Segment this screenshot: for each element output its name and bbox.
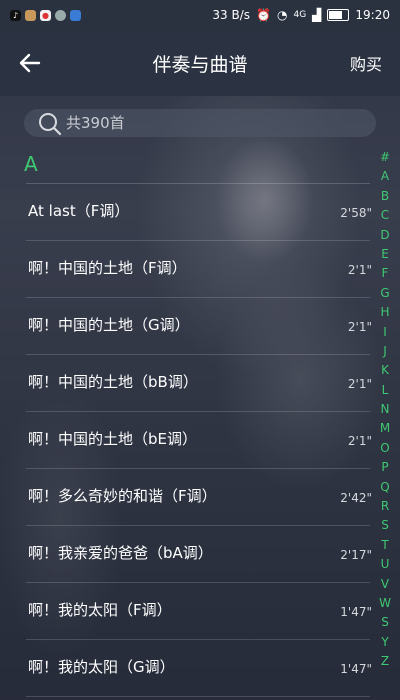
song-duration: 1'47" <box>340 662 372 676</box>
index-letter[interactable]: O <box>375 439 395 458</box>
search-bar[interactable] <box>24 109 376 137</box>
song-title: 啊！我的太阳（F调） <box>28 601 172 619</box>
list-item[interactable]: At last（F调） 2'58" <box>26 184 372 241</box>
index-letter[interactable]: D <box>375 226 395 245</box>
song-title: 啊！中国的土地（bB调） <box>28 373 198 391</box>
search-icon <box>39 113 62 136</box>
app-icon-blue <box>70 9 81 21</box>
index-letter[interactable]: P <box>375 458 395 477</box>
index-letter[interactable]: R <box>375 497 395 516</box>
arrow-left-icon <box>19 53 41 73</box>
notification-icons: ♪ ● <box>0 9 81 21</box>
song-title: 啊！中国的土地（F调） <box>28 259 187 277</box>
song-duration: 1'47" <box>340 605 372 619</box>
search-input[interactable] <box>64 113 358 133</box>
index-letter[interactable]: I <box>375 323 395 342</box>
song-title: 啊！多么奇妙的和谐（F调） <box>28 487 217 505</box>
app-icon-orange <box>25 9 36 21</box>
section-header: A <box>24 152 38 176</box>
list-item[interactable]: 啊！多么奇妙的和谐（F调） 2'42" <box>26 469 372 526</box>
song-duration: 2'1" <box>347 263 372 277</box>
tiktok-icon: ♪ <box>10 9 21 21</box>
index-letter[interactable]: Y <box>375 633 395 652</box>
list-item[interactable]: 啊！我的太阳（G调） 1'47" <box>26 640 372 697</box>
network-speed: 33 B/s <box>212 8 251 22</box>
list-item[interactable]: 啊！中国的土地（F调） 2'1" <box>26 241 372 298</box>
signal-icon: ▟ <box>312 8 322 22</box>
index-letter[interactable]: L <box>375 381 395 400</box>
index-letter[interactable]: Q <box>375 478 395 497</box>
clock: 19:20 <box>355 8 390 22</box>
app-icon-circle <box>55 9 66 21</box>
index-letter[interactable]: S <box>375 516 395 535</box>
list-item[interactable]: 啊！中国的土地（bE调） 2'1" <box>26 412 372 469</box>
back-button[interactable] <box>0 30 60 96</box>
song-duration: 2'17" <box>340 548 372 562</box>
index-letter[interactable]: U <box>375 555 395 574</box>
battery-icon <box>327 9 350 21</box>
song-title: 啊！中国的土地（G调） <box>28 316 190 334</box>
index-letter[interactable]: G <box>375 284 395 303</box>
status-bar: ♪ ● 33 B/s ⏰ ◔ 4G ▟ 19:20 <box>0 0 400 30</box>
index-letter[interactable]: B <box>375 187 395 206</box>
map-pin-icon: ● <box>40 9 51 21</box>
song-duration: 2'1" <box>347 434 372 448</box>
list-item[interactable]: 啊！中国的土地（bB调） 2'1" <box>26 355 372 412</box>
wifi-icon: ◔ <box>276 8 288 22</box>
index-letter[interactable]: N <box>375 400 395 419</box>
index-letter[interactable]: V <box>375 575 395 594</box>
list-item[interactable]: 啊！我亲爱的爸爸（bA调） 2'17" <box>26 526 372 583</box>
index-letter[interactable]: E <box>375 245 395 264</box>
song-title: 啊！我亲爱的爸爸（bA调） <box>28 544 213 562</box>
index-letter[interactable]: S <box>375 613 395 632</box>
index-letter[interactable]: H <box>375 303 395 322</box>
song-duration: 2'1" <box>347 377 372 391</box>
index-letter[interactable]: T <box>375 536 395 555</box>
song-title: 啊！我的太阳（G调） <box>28 658 175 676</box>
song-duration: 2'1" <box>347 320 372 334</box>
index-letter[interactable]: W <box>375 594 395 613</box>
index-letter[interactable]: C <box>375 206 395 225</box>
index-letter[interactable]: # <box>375 148 395 167</box>
signal-type: 4G <box>293 10 307 20</box>
alarm-icon: ⏰ <box>256 8 271 22</box>
page-title: 伴奏与曲谱 <box>152 53 248 76</box>
song-duration: 2'42" <box>340 491 372 505</box>
list-item[interactable]: 啊！我的太阳（F调） 1'47" <box>26 583 372 640</box>
index-letter[interactable]: J <box>375 342 395 361</box>
index-letter[interactable]: Z <box>375 652 395 671</box>
buy-button[interactable]: 购买 <box>350 51 400 75</box>
song-list: At last（F调） 2'58" 啊！中国的土地（F调） 2'1" 啊！中国的… <box>0 184 375 697</box>
nav-bar: 伴奏与曲谱 购买 <box>0 30 400 96</box>
song-duration: 2'58" <box>340 206 372 220</box>
index-letter[interactable]: A <box>375 167 395 186</box>
alphabet-index[interactable]: # A B C D E F G H I J K L N M O P Q R S … <box>375 148 395 672</box>
index-letter[interactable]: F <box>375 264 395 283</box>
index-letter[interactable]: M <box>375 419 395 438</box>
song-title: At last（F调） <box>28 202 130 220</box>
song-title: 啊！中国的土地（bE调） <box>28 430 198 448</box>
index-letter[interactable]: K <box>375 361 395 380</box>
list-item[interactable]: 啊！中国的土地（G调） 2'1" <box>26 298 372 355</box>
